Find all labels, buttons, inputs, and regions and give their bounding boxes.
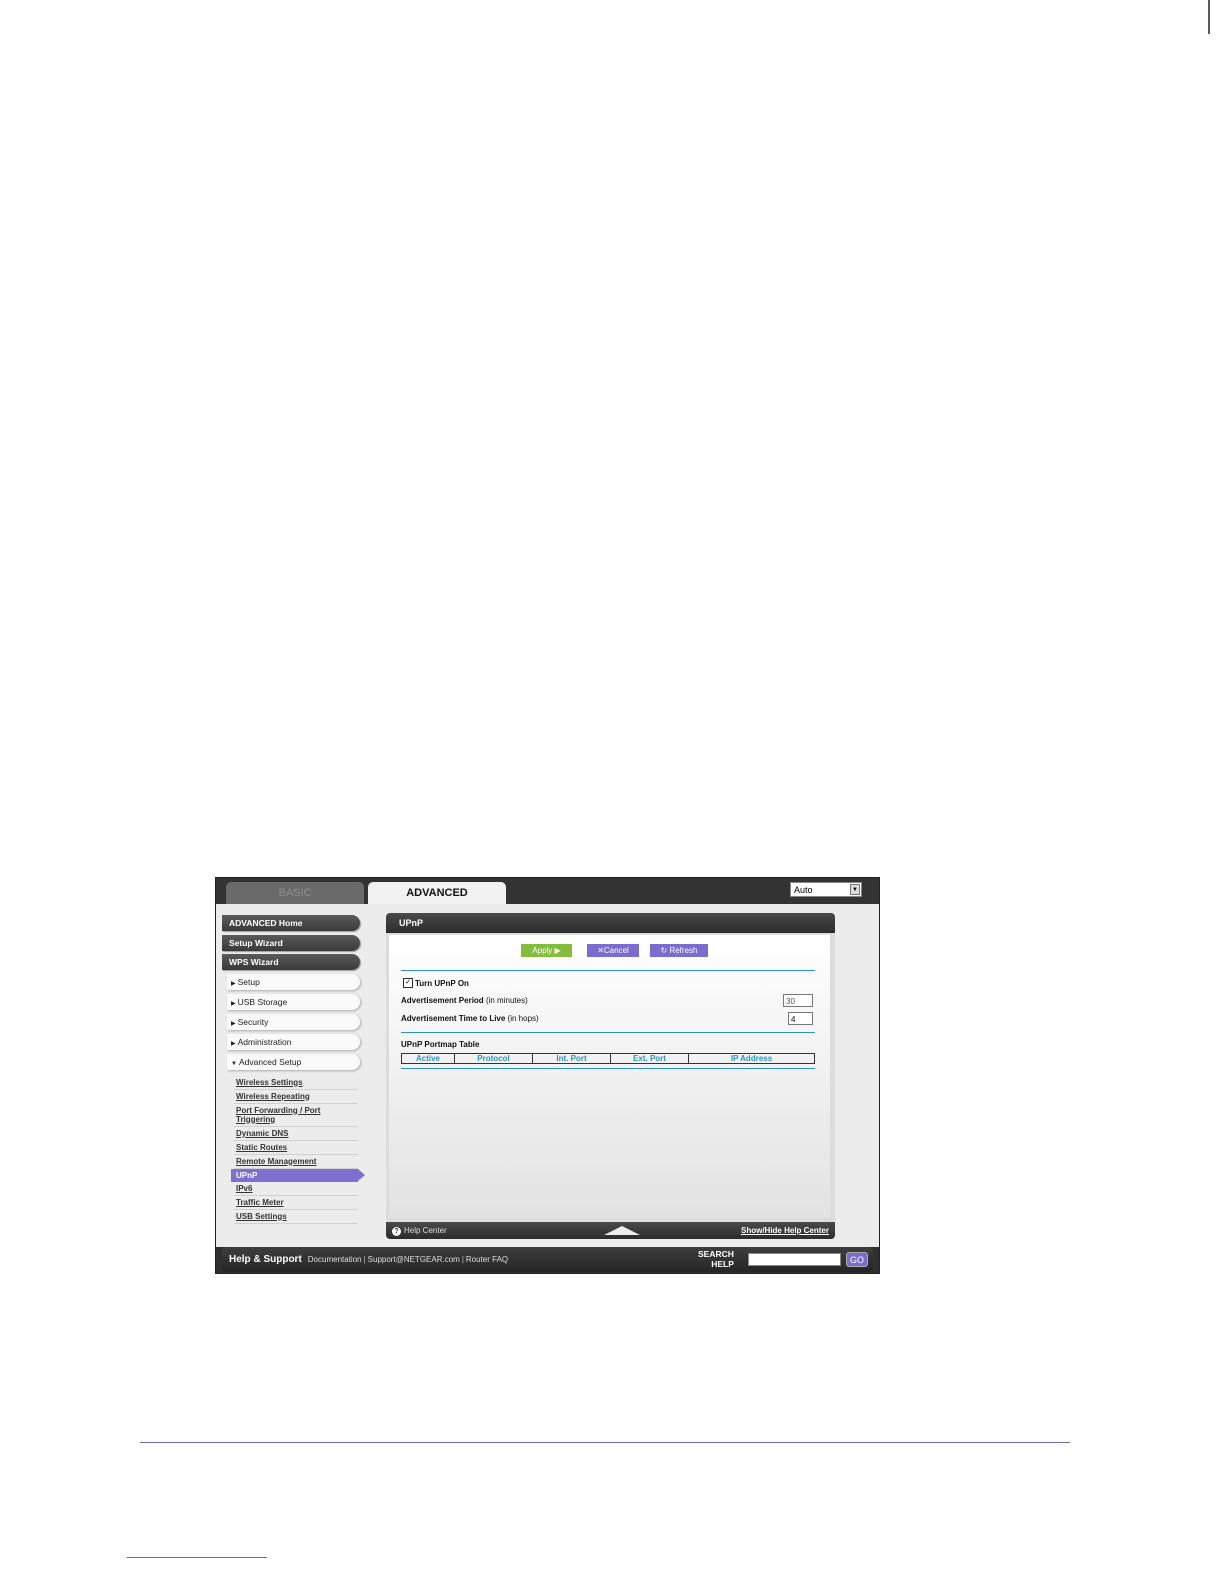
divider	[401, 970, 815, 971]
help-support-title: Help & Support	[229, 1254, 302, 1265]
divider	[401, 1068, 815, 1069]
submenu-traffic-meter[interactable]: Traffic Meter	[234, 1196, 358, 1210]
column-ip-address: IP Address	[730, 1054, 773, 1063]
sidebar-item-setup[interactable]: ▶ Setup	[227, 973, 360, 990]
turn-upnp-on-label: Turn UPnP On	[415, 979, 469, 988]
submenu-wireless-settings[interactable]: Wireless Settings	[234, 1076, 358, 1090]
column-int-port: Int. Port	[533, 1054, 611, 1063]
sidebar: ADVANCED Home Setup Wizard WPS Wizard ▶ S…	[222, 915, 365, 1224]
router-screenshot: BASIC ADVANCED Auto ▼ ADVANCED Home Setu…	[215, 877, 880, 1274]
page-rule	[140, 1442, 1070, 1443]
submenu-dynamic-dns[interactable]: Dynamic DNS	[234, 1127, 358, 1141]
sidebar-item-administration[interactable]: ▶ Administration	[227, 1033, 360, 1050]
triangle-right-icon: ▶	[231, 1000, 236, 1007]
adv-period-input[interactable]: 30	[783, 994, 813, 1007]
sidebar-item-wps-wizard[interactable]: WPS Wizard	[222, 954, 360, 970]
portmap-table-title: UPnP Portmap Table	[401, 1040, 480, 1049]
help-center-label[interactable]: Help Center	[404, 1226, 447, 1235]
upnp-panel: UPnP Apply ▶ ✕Cancel ↻ Refresh ✓ Turn UP…	[386, 913, 835, 1239]
submenu-port-forwarding[interactable]: Port Forwarding / Port Triggering	[234, 1104, 358, 1127]
triangle-down-icon: ▼	[231, 1060, 237, 1067]
router-faq-link[interactable]: Router FAQ	[466, 1255, 508, 1264]
adv-period-label: Advertisement Period (in minutes)	[401, 996, 528, 1005]
top-bar: BASIC ADVANCED Auto ▼	[216, 878, 879, 904]
close-icon: ✕	[597, 946, 604, 955]
triangle-right-icon: ▶	[231, 980, 236, 987]
column-protocol: Protocol	[455, 1054, 533, 1063]
cancel-button[interactable]: ✕Cancel	[587, 944, 639, 957]
triangle-right-icon: ▶	[231, 1040, 236, 1047]
apply-button[interactable]: Apply ▶	[521, 944, 572, 957]
help-support-bar: Help & Support Documentation | Support@NETG…	[222, 1247, 873, 1272]
language-value: Auto	[794, 885, 813, 895]
divider	[401, 1032, 815, 1033]
adv-ttl-label: Advertisement Time to Live (in hops)	[401, 1014, 539, 1023]
triangle-right-icon: ▶	[231, 1020, 236, 1027]
submenu-static-routes[interactable]: Static Routes	[234, 1141, 358, 1155]
footer-rule	[127, 1557, 267, 1558]
search-help-label: SEARCH HELP	[698, 1249, 734, 1269]
language-select[interactable]: Auto ▼	[790, 882, 862, 897]
panel-title: UPnP	[386, 913, 835, 933]
panel-content: Apply ▶ ✕Cancel ↻ Refresh ✓ Turn UPnP On…	[389, 935, 830, 1218]
sidebar-item-security[interactable]: ▶ Security	[227, 1013, 360, 1030]
tab-advanced[interactable]: ADVANCED	[368, 882, 506, 904]
submenu-wireless-repeating[interactable]: Wireless Repeating	[234, 1090, 358, 1104]
show-hide-help-link[interactable]: Show/Hide Help Center	[741, 1222, 829, 1239]
submenu-remote-management[interactable]: Remote Management	[234, 1155, 358, 1169]
portmap-table-header: Active Protocol Int. Port Ext. Port IP A…	[401, 1053, 815, 1064]
refresh-icon: ↻	[660, 946, 668, 955]
go-button[interactable]: GO	[846, 1252, 868, 1267]
expand-help-icon[interactable]	[604, 1226, 640, 1235]
sidebar-item-usb-storage[interactable]: ▶ USB Storage	[227, 993, 360, 1010]
help-icon: ?	[392, 1227, 401, 1236]
support-email-link[interactable]: Support@NETGEAR.com	[368, 1255, 460, 1264]
submenu-upnp[interactable]: UPnP	[231, 1168, 365, 1182]
refresh-button[interactable]: ↻ Refresh	[650, 944, 708, 957]
submenu-usb-settings[interactable]: USB Settings	[234, 1210, 358, 1224]
main-body: ADVANCED Home Setup Wizard WPS Wizard ▶ S…	[216, 904, 879, 1247]
tab-basic[interactable]: BASIC	[226, 882, 364, 904]
help-center-bar: ? Help Center Show/Hide Help Center	[386, 1222, 835, 1239]
chevron-down-icon[interactable]: ▼	[850, 884, 860, 895]
column-active: Active	[402, 1054, 455, 1063]
play-icon: ▶	[554, 946, 561, 955]
documentation-link[interactable]: Documentation	[308, 1255, 362, 1264]
column-ext-port: Ext. Port	[611, 1054, 689, 1063]
sidebar-item-advanced-setup[interactable]: ▼ Advanced Setup	[227, 1053, 360, 1070]
upnp-on-checkbox[interactable]: ✓	[403, 978, 413, 988]
sidebar-item-setup-wizard[interactable]: Setup Wizard	[222, 934, 360, 951]
submenu-ipv6[interactable]: IPv6	[234, 1182, 358, 1196]
advanced-setup-submenu: Wireless Settings Wireless Repeating Por…	[231, 1076, 365, 1224]
sidebar-item-advanced-home[interactable]: ADVANCED Home	[222, 915, 360, 931]
page-rule-top	[1208, 0, 1210, 34]
search-help-input[interactable]	[748, 1253, 841, 1266]
adv-ttl-input[interactable]: 4	[788, 1012, 813, 1025]
